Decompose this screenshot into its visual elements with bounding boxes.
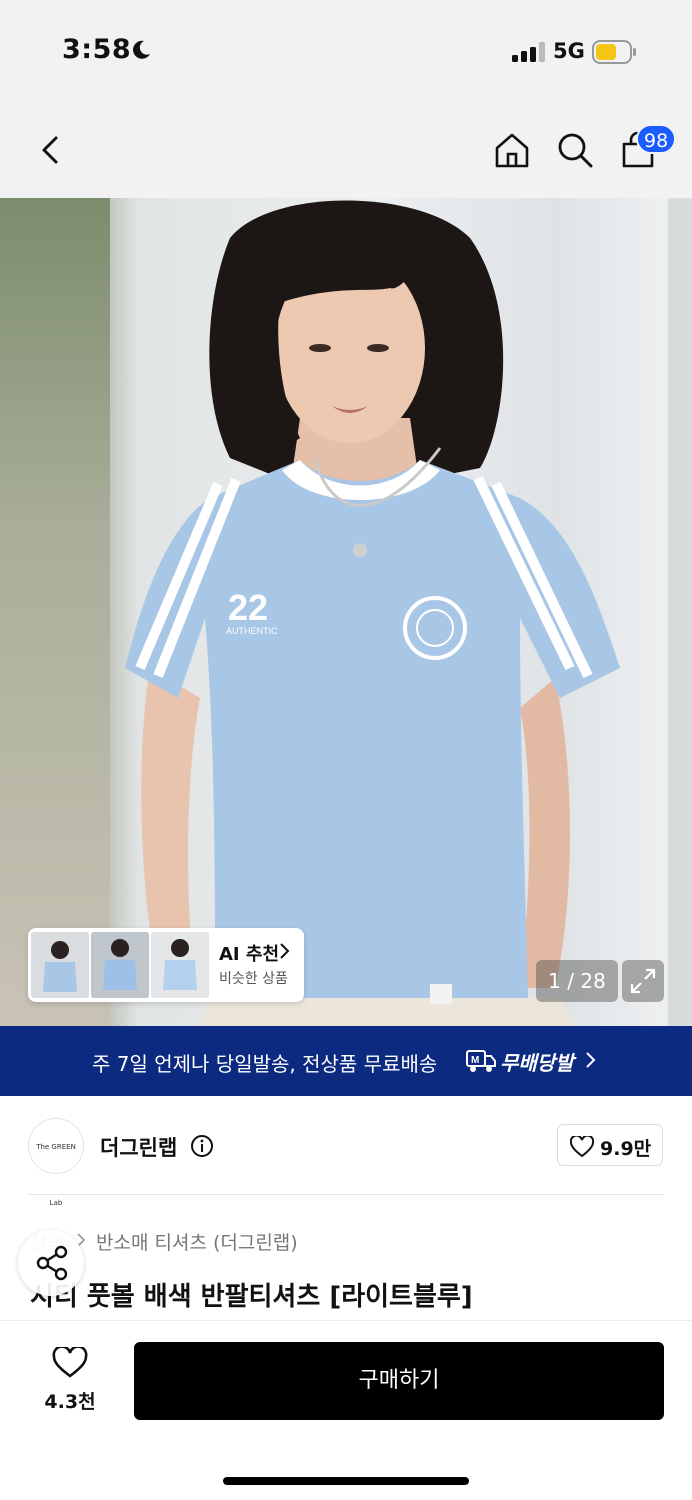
heart-icon bbox=[52, 1347, 88, 1378]
promo-brand: 무배당발 bbox=[500, 1051, 574, 1075]
model-photo: 22 AUTHENTIC bbox=[125, 200, 620, 1026]
expand-button[interactable] bbox=[622, 960, 664, 1002]
product-title: 시티 풋볼 배색 반팔티셔츠 [라이트블루] bbox=[30, 1282, 473, 1312]
expand-icon bbox=[630, 968, 656, 994]
svg-text:22: 22 bbox=[228, 587, 268, 628]
chevron-right-icon bbox=[586, 1052, 596, 1068]
breadcrumb-category[interactable]: 반소매 티셔츠 (더그린랩) bbox=[96, 1228, 298, 1255]
ai-recommend-card[interactable]: AI 추천 비슷한 상품 bbox=[28, 928, 304, 1002]
chevron-right-icon bbox=[280, 943, 290, 959]
top-nav: 98 bbox=[0, 100, 692, 198]
bottom-action-bar: 4.3천 구매하기 bbox=[0, 1320, 692, 1500]
like-button[interactable]: 4.3천 bbox=[30, 1347, 110, 1417]
product-image[interactable]: 22 AUTHENTIC AI 추천 비슷한 상품 1 / 28 bbox=[0, 198, 692, 1026]
share-button[interactable] bbox=[18, 1230, 84, 1296]
brand-name[interactable]: 더그린랩 bbox=[100, 1132, 177, 1162]
brand-logo[interactable]: The GREEN Lab bbox=[28, 1118, 84, 1207]
delivery-truck-icon: M bbox=[466, 1050, 496, 1072]
brand-favorite-count: 9.9만 bbox=[600, 1138, 652, 1160]
similar-product-thumb[interactable] bbox=[91, 932, 149, 998]
svg-text:AUTHENTIC: AUTHENTIC bbox=[226, 626, 278, 636]
brand-logo-text: The GREEN Lab bbox=[36, 1143, 76, 1207]
status-bar: 3:58 5G bbox=[0, 0, 692, 100]
like-count: 4.3천 bbox=[44, 1391, 96, 1413]
chevron-left-icon[interactable] bbox=[30, 130, 70, 170]
buy-button[interactable]: 구매하기 bbox=[134, 1342, 664, 1420]
heart-icon bbox=[570, 1136, 594, 1158]
similar-product-thumb[interactable] bbox=[31, 932, 89, 998]
home-icon[interactable] bbox=[492, 130, 532, 170]
network-type: 5G bbox=[553, 39, 585, 63]
battery-icon bbox=[592, 40, 636, 64]
ai-recommend-subtitle: 비슷한 상품 bbox=[219, 971, 288, 987]
moon-icon bbox=[133, 40, 150, 59]
promo-text: 주 7일 언제나 당일발송, 전상품 무료배송 bbox=[92, 1052, 438, 1076]
search-icon[interactable] bbox=[555, 130, 595, 170]
info-icon[interactable] bbox=[190, 1134, 214, 1158]
status-time: 3:58 bbox=[62, 34, 132, 65]
share-icon bbox=[36, 1245, 68, 1281]
signal-icon bbox=[512, 42, 545, 62]
image-counter: 1 / 28 bbox=[536, 960, 618, 1002]
ai-recommend-title: AI 추천 bbox=[219, 944, 280, 965]
brand-favorite-button[interactable]: 9.9만 bbox=[557, 1124, 663, 1166]
promo-banner[interactable]: 주 7일 언제나 당일발송, 전상품 무료배송 M 무배당발 bbox=[0, 1026, 692, 1096]
divider bbox=[28, 1194, 664, 1195]
cart-badge: 98 bbox=[636, 124, 677, 154]
svg-text:M: M bbox=[471, 1055, 479, 1066]
home-indicator bbox=[223, 1477, 469, 1485]
similar-product-thumb[interactable] bbox=[151, 932, 209, 998]
